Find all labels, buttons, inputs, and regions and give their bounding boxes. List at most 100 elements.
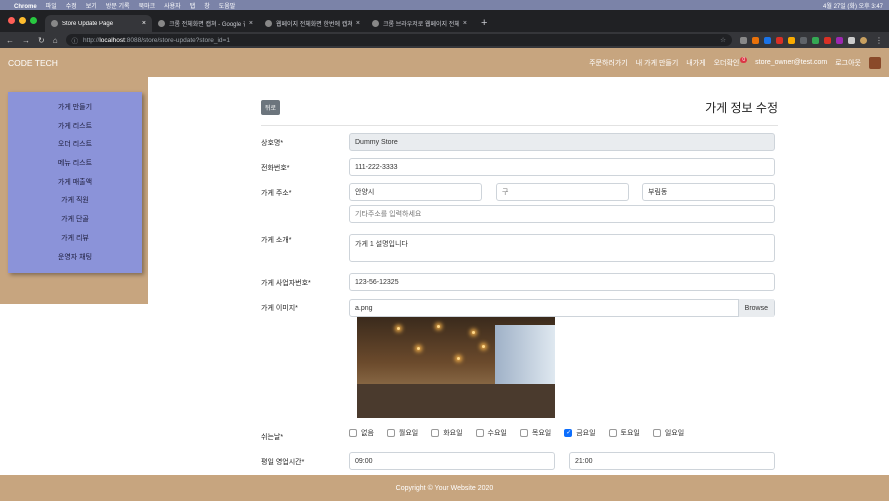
extension-icon[interactable] [776,36,783,44]
holiday-option[interactable]: 일요일 [652,428,684,438]
new-tab-button[interactable]: + [473,17,495,32]
bookmark-star-icon[interactable]: ☆ [720,36,726,44]
phone-label: 전화번호* [261,165,290,172]
checkbox[interactable] [519,429,528,437]
forward-arrow-icon[interactable]: → [22,36,30,45]
checkbox[interactable] [564,429,573,437]
extension-icon[interactable] [788,36,795,44]
nav-link-order[interactable]: 주문하러가기 [589,58,628,68]
checkbox[interactable] [652,429,661,437]
browser-tab[interactable]: Store Update Page × [45,15,152,32]
sidebar-item[interactable]: 메뉴 리스트 [8,158,142,177]
sidebar-item[interactable]: 가게 매출액 [8,177,142,196]
mac-menu-item[interactable]: 북마크 [139,4,156,10]
profile-avatar[interactable] [860,36,867,44]
extension-icon[interactable] [752,36,759,44]
mac-menu-item[interactable]: 도움말 [219,4,236,10]
url-field[interactable]: ⓘ http://localhost:8088/store/store-upda… [65,34,732,46]
mac-menu-item[interactable]: 수정 [66,4,77,10]
close-time-input[interactable]: 21:00 [569,452,775,470]
puzzle-icon[interactable] [848,36,855,44]
mac-menu-item[interactable]: 보기 [86,4,97,10]
phone-input[interactable]: 111-222-3333 [349,158,775,176]
checkbox[interactable] [386,429,395,437]
store-name-input[interactable]: Dummy Store [349,133,775,151]
favicon-icon [51,20,58,27]
close-tab-icon[interactable]: × [142,20,146,27]
sidebar-item[interactable]: 오더 리스트 [8,139,142,158]
tabs: Store Update Page×크롬 전체화면 캡쳐 - Google 검색… [45,15,473,32]
mac-menu-item[interactable]: 탭 [190,4,196,10]
checkbox[interactable] [349,429,357,437]
nav-link-create-store[interactable]: 내 가게 만들기 [636,58,679,68]
user-email[interactable]: store_owner@test.com [755,59,827,66]
image-file-input[interactable]: a.png Browse [349,299,775,317]
browser-tab[interactable]: 웹페이지 전체화면 한번에 캡쳐하기(… × [259,15,366,32]
mac-menu-item[interactable]: Chrome [14,4,37,10]
extension-icon[interactable] [800,36,807,44]
close-tab-icon[interactable]: × [249,20,253,27]
browse-button[interactable]: Browse [737,299,774,317]
macos-menu-bar: Chrome 파일 수정 보기 방문 기록 북마크 사용자 탭 창 도움말 4월 27일 (화) … [0,0,889,10]
user-avatar[interactable] [869,56,881,69]
mac-menu-item[interactable]: 사용자 [164,4,181,10]
nav-link-my-store[interactable]: 내가게 [686,58,705,68]
orders-badge: 0 [740,56,748,63]
browser-tab[interactable]: 크롬 전체화면 캡쳐 - Google 검색 × [152,15,259,32]
address-bar: ← → ↻ ⌂ ⓘ http://localhost:8088/store/st… [0,32,889,48]
extension-icon[interactable] [764,36,771,44]
tab-title: 크롬 브라우저로 웹페이지 전체를 한… [383,22,459,28]
logout-link[interactable]: 로그아웃 [835,58,861,68]
sidebar-item[interactable]: 가게 직원 [8,195,142,214]
sidebar-item[interactable]: 운영자 채팅 [8,252,142,271]
checkbox[interactable] [608,429,617,437]
mac-clock: 4월 27일 (화) 오후 3:47 [823,3,883,10]
holiday-option[interactable]: 화요일 [431,428,463,438]
favicon-icon [158,20,165,27]
minimize-window-button[interactable] [19,17,26,24]
back-button[interactable]: 뒤로 [261,100,281,115]
home-icon[interactable]: ⌂ [53,36,58,45]
holiday-option-label: 목요일 [531,430,552,437]
checkbox[interactable] [475,429,484,437]
reload-icon[interactable]: ↻ [38,36,45,45]
zoom-window-button[interactable] [30,17,37,24]
district-input[interactable]: 구 [496,183,629,201]
holiday-option[interactable]: 수요일 [475,428,507,438]
page-title: 가게 정보 수정 [705,101,778,115]
nav-link-orders[interactable]: 오더확인 0 [714,56,748,68]
menu-kebab-icon[interactable]: ⋮ [875,36,883,45]
extension-icons [740,36,867,44]
checkbox[interactable] [431,429,440,437]
city-input[interactable]: 안양시 [349,183,482,201]
close-tab-icon[interactable]: × [463,20,467,27]
holiday-option[interactable]: 목요일 [519,428,552,438]
holiday-option[interactable]: 토요일 [608,428,640,438]
business-number-input[interactable]: 123-56-12325 [349,273,775,291]
extension-icon[interactable] [812,36,819,44]
open-time-input[interactable]: 09:00 [349,452,555,470]
mac-menu-item[interactable]: 방문 기록 [106,4,130,10]
mac-menu-item[interactable]: 창 [204,4,210,10]
holiday-option[interactable]: 월요일 [386,428,418,438]
mac-menu-item[interactable]: 파일 [46,4,57,10]
close-tab-icon[interactable]: × [356,20,360,27]
close-window-button[interactable] [8,17,15,24]
sidebar-item[interactable]: 가게 만들기 [8,102,142,121]
address-detail-input[interactable]: 기타주소를 입력하세요 [349,205,775,223]
holiday-option-label: 금요일 [576,430,596,437]
back-arrow-icon[interactable]: ← [6,36,14,45]
sidebar-item[interactable]: 가게 단골 [8,214,142,233]
holiday-option[interactable]: 금요일 [564,428,596,438]
brand-logo[interactable]: CODE TECH [8,58,58,68]
intro-label: 가게 소개* [261,237,292,244]
browser-tab[interactable]: 크롬 브라우저로 웹페이지 전체를 한… × [366,15,473,32]
sidebar-item[interactable]: 가게 리스트 [8,121,142,140]
extension-icon[interactable] [740,36,747,44]
sidebar-item[interactable]: 가게 리뷰 [8,233,142,252]
extension-icon[interactable] [824,36,831,44]
extension-icon[interactable] [836,36,843,44]
holiday-option[interactable]: 없음 [349,428,374,438]
dong-input[interactable]: 부림동 [642,183,775,201]
intro-textarea[interactable]: 가게 1 설명입니다 [349,234,775,262]
